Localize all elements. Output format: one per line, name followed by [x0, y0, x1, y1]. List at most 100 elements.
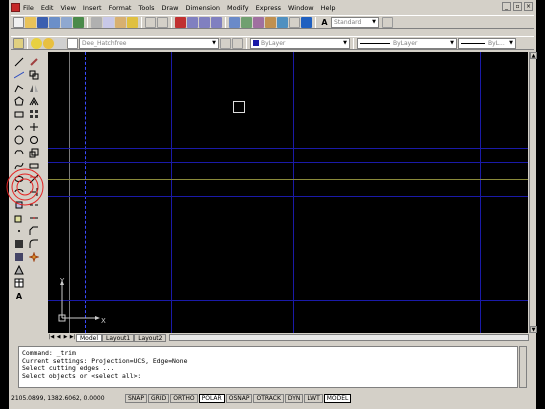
tab-layout1[interactable]: Layout1 [102, 333, 135, 342]
mtext-icon[interactable]: A [13, 290, 25, 302]
dyn-toggle[interactable]: DYN [284, 394, 304, 403]
rotate-icon[interactable] [28, 134, 40, 146]
command-prompt[interactable]: Select objects or <select all>: [22, 372, 514, 381]
horizontal-scrollbar[interactable] [169, 334, 529, 341]
autocad-app-icon[interactable] [11, 3, 20, 12]
layer-lock-icon[interactable] [55, 37, 66, 49]
redo-icon[interactable] [157, 16, 168, 28]
plot-preview-icon[interactable] [61, 16, 72, 28]
otrack-toggle[interactable]: OTRACK [253, 394, 284, 403]
tab-layout2[interactable]: Layout2 [134, 333, 167, 342]
ortho-toggle[interactable]: ORTHO [170, 394, 198, 403]
print-icon[interactable] [49, 16, 60, 28]
last-tab-icon[interactable]: ▶| [69, 334, 76, 341]
layer-color-swatch-icon[interactable] [67, 37, 78, 49]
point-icon[interactable] [13, 225, 25, 237]
design-center-icon[interactable] [241, 16, 252, 28]
save-icon[interactable] [37, 16, 48, 28]
move-icon[interactable] [28, 121, 40, 133]
menu-insert[interactable]: Insert [83, 4, 102, 12]
layer-on-icon[interactable] [31, 37, 42, 49]
make-current-layer-icon[interactable] [220, 37, 231, 49]
region-icon[interactable] [13, 264, 25, 276]
copy-icon[interactable] [103, 16, 114, 28]
first-tab-icon[interactable]: |◀ [48, 334, 55, 341]
paste-icon[interactable] [115, 16, 126, 28]
menu-edit[interactable]: Edit [41, 4, 54, 12]
offset-icon[interactable] [28, 95, 40, 107]
circle-icon[interactable] [13, 134, 25, 146]
dimension-style-icon[interactable] [382, 16, 393, 28]
arc-icon[interactable] [13, 121, 25, 133]
prev-tab-icon[interactable]: ◀ [55, 334, 62, 341]
osnap-toggle[interactable]: OSNAP [225, 394, 253, 403]
hatch-icon[interactable] [13, 238, 25, 250]
next-tab-icon[interactable]: ▶ [62, 334, 69, 341]
drawing-canvas[interactable]: Y X [48, 52, 528, 333]
menu-format[interactable]: Format [109, 4, 132, 12]
minimize-icon[interactable]: _ [502, 2, 511, 11]
line-icon[interactable] [13, 56, 25, 68]
open-folder-icon[interactable] [25, 16, 36, 28]
rectangle-icon[interactable] [13, 108, 25, 120]
color-combo[interactable]: ByLayer ▼ [250, 37, 350, 49]
revision-cloud-icon[interactable] [13, 147, 25, 159]
linetype-combo[interactable]: ByLayer ▼ [357, 37, 457, 49]
vertical-scrollbar[interactable]: ▲ ▼ [529, 52, 537, 333]
construction-line-icon[interactable] [13, 69, 25, 81]
publish-icon[interactable] [73, 16, 84, 28]
zoom-previous-icon[interactable] [211, 16, 222, 28]
scroll-up-icon[interactable]: ▲ [530, 52, 537, 59]
help-icon[interactable] [301, 16, 312, 28]
pan-icon[interactable] [175, 16, 186, 28]
coordinate-readout[interactable]: 2105.0899, 1382.6062, 0.0000 [9, 395, 124, 402]
undo-icon[interactable] [145, 16, 156, 28]
quickcalc-icon[interactable] [289, 16, 300, 28]
command-window[interactable]: Command: _trim Current settings: Project… [18, 346, 518, 388]
polyline-icon[interactable] [13, 82, 25, 94]
markup-icon[interactable] [277, 16, 288, 28]
layer-previous-icon[interactable] [232, 37, 243, 49]
menu-window[interactable]: Window [288, 4, 314, 12]
layer-manager-icon[interactable] [13, 37, 24, 49]
mirror-icon[interactable] [28, 82, 40, 94]
cut-icon[interactable] [91, 16, 102, 28]
tool-palettes-icon[interactable] [253, 16, 264, 28]
snap-toggle[interactable]: SNAP [125, 394, 148, 403]
copy-icon[interactable] [28, 69, 40, 81]
menu-file[interactable]: File [23, 4, 34, 12]
layer-freeze-icon[interactable] [43, 37, 54, 49]
text-style-combo[interactable]: Standard ▼ [331, 16, 379, 28]
command-scrollbar[interactable] [519, 346, 527, 388]
new-file-icon[interactable] [13, 16, 24, 28]
fillet-icon[interactable] [28, 238, 40, 250]
table-icon[interactable] [13, 277, 25, 289]
make-block-icon[interactable] [13, 212, 25, 224]
model-toggle[interactable]: MODEL [323, 394, 352, 403]
zoom-realtime-icon[interactable] [187, 16, 198, 28]
explode-icon[interactable] [28, 251, 40, 263]
close-icon[interactable]: × [524, 2, 533, 11]
polygon-icon[interactable] [13, 95, 25, 107]
properties-icon[interactable] [229, 16, 240, 28]
scale-icon[interactable] [28, 147, 40, 159]
erase-icon[interactable] [28, 56, 40, 68]
lwt-toggle[interactable]: LWT [304, 394, 323, 403]
lineweight-combo[interactable]: ByL... ▼ [458, 37, 516, 49]
join-icon[interactable] [28, 212, 40, 224]
array-icon[interactable] [28, 108, 40, 120]
zoom-window-icon[interactable] [199, 16, 210, 28]
tab-model[interactable]: Model [76, 333, 103, 342]
scroll-down-icon[interactable]: ▼ [530, 326, 537, 333]
chamfer-icon[interactable] [28, 225, 40, 237]
layer-combo[interactable]: Dee_Hatchfree ▼ [79, 37, 219, 49]
match-properties-icon[interactable] [127, 16, 138, 28]
grid-toggle[interactable]: GRID [148, 394, 170, 403]
gradient-icon[interactable] [13, 251, 25, 263]
menu-draw[interactable]: Draw [162, 4, 179, 12]
menu-express[interactable]: Express [256, 4, 281, 12]
menu-modify[interactable]: Modify [227, 4, 249, 12]
restore-icon[interactable]: ▫ [513, 2, 522, 11]
polar-toggle[interactable]: POLAR [198, 394, 225, 403]
menu-tools[interactable]: Tools [138, 4, 154, 12]
